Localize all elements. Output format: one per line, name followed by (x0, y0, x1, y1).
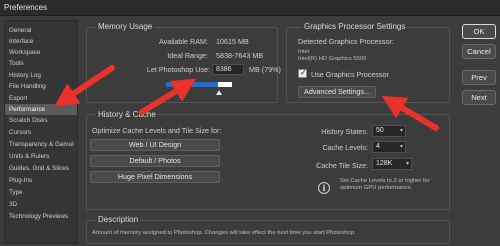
sidebar-item-3d[interactable]: 3D (5, 199, 77, 210)
history-cache-title: History & Cache (96, 110, 158, 119)
available-ram-label: Available RAM: (158, 37, 208, 46)
memory-slider-fill (166, 82, 219, 87)
gpu-model: Intel(R) HD Graphics 5500 (298, 56, 367, 62)
chevron-down-icon: ▾ (405, 161, 409, 167)
cache-levels-value: 4 (376, 143, 380, 150)
sidebar-item-workspace[interactable]: Workspace (5, 47, 77, 58)
cache-tile-size-value: 128K (376, 160, 393, 167)
chevron-down-icon: ▾ (399, 144, 403, 150)
next-button[interactable]: Next (462, 90, 496, 105)
huge-pixel-dimensions-button[interactable]: Huge Pixel Dimensions (90, 171, 220, 183)
default-photos-button[interactable]: Default / Photos (90, 155, 220, 167)
sidebar-item-tools[interactable]: Tools (5, 58, 77, 69)
prev-button[interactable]: Prev (462, 70, 496, 85)
sidebar-item-guides-grid-slices[interactable]: Guides, Grid & Slices (5, 163, 77, 174)
advanced-settings-button[interactable]: Advanced Settings... (298, 86, 376, 98)
cache-levels-select[interactable]: 4 ▾ (372, 141, 406, 153)
sidebar-item-performance[interactable]: Performance (5, 104, 77, 115)
history-states-value: 50 (376, 127, 384, 134)
gpu-title: Graphics Processor Settings (302, 22, 408, 31)
ok-button[interactable]: OK (462, 24, 496, 39)
ideal-range-label: Ideal Range: (167, 51, 208, 60)
description-title: Description (96, 215, 141, 224)
ideal-range-value: 5838-7643 MB (216, 51, 264, 60)
web-ui-design-button[interactable]: Web / UI Design (90, 139, 220, 151)
sidebar-item-transparency-gamut[interactable]: Transparency & Gamut (5, 139, 77, 150)
sidebar-item-plug-ins[interactable]: Plug-Ins (5, 175, 77, 186)
sidebar-item-type[interactable]: Type (5, 187, 77, 198)
cache-note-line1: Set Cache Levels to 2 or higher for (340, 178, 430, 184)
description-text: Amount of memory assigned to Photoshop. … (92, 230, 356, 236)
memory-slider-track[interactable] (165, 81, 233, 88)
cache-tile-size-label: Cache Tile Size: (316, 161, 368, 170)
available-ram-value: 10615 MB (216, 37, 249, 46)
history-states-label: History States: (321, 127, 368, 136)
memory-slider-handle[interactable] (215, 90, 222, 95)
window-title: Preferences (4, 3, 48, 12)
gpu-vendor: Intel (298, 49, 309, 55)
photoshop-use-unit: MB (79%) (249, 65, 281, 74)
memory-usage-title: Memory Usage (96, 22, 155, 31)
use-gpu-checkbox[interactable] (298, 68, 307, 78)
history-states-select[interactable]: 50 ▾ (372, 125, 406, 137)
sidebar-item-technology-previews[interactable]: Technology Previews (5, 211, 77, 222)
photoshop-use-input[interactable]: 8386 (212, 64, 244, 75)
window-title-bar: Preferences (0, 0, 500, 16)
cache-tile-size-select[interactable]: 128K ▾ (372, 158, 412, 170)
sidebar-item-cursors[interactable]: Cursors (5, 127, 77, 138)
photoshop-use-label: Let Photoshop Use: (146, 65, 210, 74)
sidebar-item-interface[interactable]: Interface (5, 36, 77, 47)
sidebar-item-history-log[interactable]: History Log (5, 70, 77, 81)
sidebar-item-units-rulers[interactable]: Units & Rulers (5, 151, 77, 162)
cache-levels-label: Cache Levels: (322, 143, 368, 152)
cache-note-line2: optimum GPU performance. (340, 185, 413, 191)
sidebar-item-export[interactable]: Export (5, 93, 77, 104)
cancel-button[interactable]: Cancel (462, 44, 496, 59)
sidebar-item-file-handling[interactable]: File Handling (5, 81, 77, 92)
sidebar-item-general[interactable]: General (5, 25, 77, 36)
optimize-label: Optimize Cache Levels and Tile Size for: (92, 126, 222, 135)
chevron-down-icon: ▾ (399, 128, 403, 134)
info-icon: i (318, 182, 330, 194)
use-gpu-label: Use Graphics Processor (311, 70, 389, 79)
preferences-sidebar: General Interface Workspace Tools Histor… (4, 20, 78, 244)
sidebar-item-scratch-disks[interactable]: Scratch Disks (5, 115, 77, 126)
detected-gpu-label: Detected Graphics Processor: (298, 37, 394, 46)
